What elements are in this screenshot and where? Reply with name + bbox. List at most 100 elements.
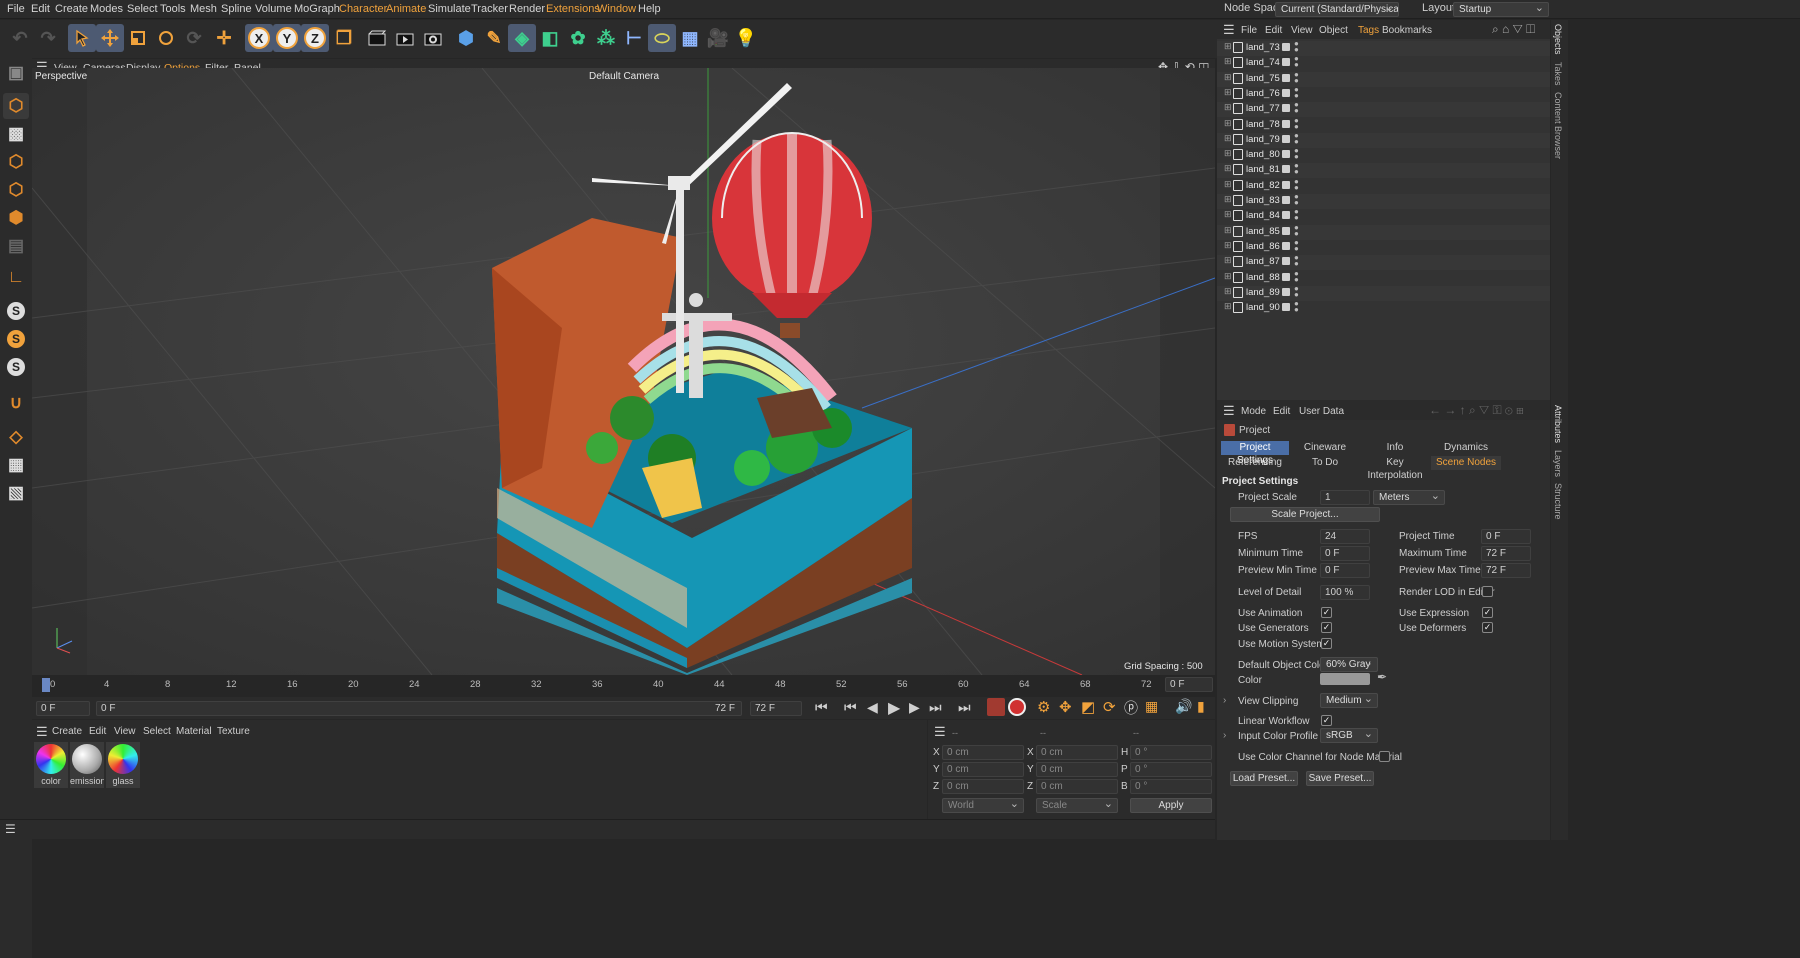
playhead[interactable] — [42, 678, 50, 692]
coords-menu-icon[interactable]: ☰ — [934, 724, 946, 740]
rotation-h-field[interactable]: 0 ° — [1130, 745, 1212, 760]
tab-todo[interactable]: To Do — [1291, 456, 1359, 470]
visibility-dots-icon[interactable]: ● ● — [1294, 254, 1299, 268]
visibility-dots-icon[interactable]: ● ● — [1294, 223, 1299, 237]
object-row[interactable]: ⊞ land_81 ● ● — [1217, 162, 1550, 179]
object-row[interactable]: ⊞ land_76 ● ● — [1217, 85, 1550, 102]
move-tool-icon[interactable] — [96, 24, 124, 52]
object-row[interactable]: ⊞ land_83 ● ● — [1217, 193, 1550, 209]
position-z-field[interactable]: 0 cm — [942, 779, 1024, 794]
object-row[interactable]: ⊞ land_90 ● ● — [1217, 300, 1550, 317]
input-profile-dropdown[interactable]: sRGB — [1320, 728, 1378, 743]
object-row[interactable]: ⊞ land_75 ● ● — [1217, 70, 1550, 87]
menu-select[interactable]: Select — [127, 3, 158, 15]
select-tool-icon[interactable] — [68, 24, 96, 52]
visibility-dots-icon[interactable]: ● ● — [1294, 85, 1299, 99]
status-menu-icon[interactable]: ☰ — [5, 822, 16, 836]
visibility-dots-icon[interactable]: ● ● — [1294, 40, 1299, 54]
expand-icon[interactable]: ⊞ — [1224, 163, 1232, 174]
key-move-icon[interactable]: ✥ — [1059, 698, 1072, 716]
edit-tag-icon[interactable] — [1282, 73, 1290, 82]
object-menu-view[interactable]: View — [1291, 25, 1313, 36]
menu-spline[interactable]: Spline — [221, 3, 252, 15]
object-row[interactable]: ⊞ land_84 ● ● — [1217, 208, 1550, 225]
render-view-icon[interactable] — [391, 24, 419, 52]
side-tab-layers[interactable]: Layers — [1553, 450, 1563, 477]
tab-dynamics[interactable]: Dynamics — [1431, 441, 1501, 455]
visibility-dots-icon[interactable]: ● ● — [1294, 208, 1299, 222]
menu-window[interactable]: Window — [597, 3, 636, 15]
apply-button[interactable]: Apply — [1130, 798, 1212, 813]
project-scale-field[interactable]: 1 — [1320, 490, 1370, 505]
visibility-dots-icon[interactable]: ● ● — [1294, 101, 1299, 115]
add-icon[interactable]: ✛ — [210, 24, 238, 52]
floor-icon[interactable]: ▦ — [676, 24, 704, 52]
expand-icon[interactable]: ⊞ — [1224, 209, 1232, 220]
color-swatch[interactable] — [1320, 673, 1370, 685]
material-menu-view[interactable]: View — [114, 726, 136, 737]
expand-icon[interactable]: ⊞ — [1224, 286, 1232, 297]
menu-mograph[interactable]: MoGraph — [294, 3, 340, 15]
project-time-field[interactable]: 0 F — [1481, 529, 1531, 544]
subdivision-icon[interactable]: ◈ — [508, 24, 536, 52]
axis-z-icon[interactable]: Z — [301, 24, 329, 52]
material-menu-create[interactable]: Create — [52, 726, 82, 737]
grid-icon[interactable]: ▦ — [3, 452, 29, 478]
menu-file[interactable]: File — [7, 3, 25, 15]
material-menu-texture[interactable]: Texture — [217, 726, 250, 737]
edit-tag-icon[interactable] — [1282, 272, 1290, 281]
expand-icon[interactable]: ⊞ — [1224, 118, 1232, 129]
play-icon[interactable]: ▶ — [888, 698, 900, 718]
attribute-menu-icon[interactable]: ☰ — [1223, 403, 1235, 419]
object-menu-tags[interactable]: Tags — [1358, 25, 1379, 36]
use-generators-checkbox[interactable]: ✓ — [1321, 622, 1332, 633]
mograph-icon[interactable]: ⁂ — [592, 24, 620, 52]
menu-render[interactable]: Render — [509, 3, 545, 15]
camera-label[interactable]: Default Camera — [586, 71, 663, 82]
material-swatch[interactable]: glass — [106, 742, 140, 788]
object-search-icons[interactable]: ⌕ ⌂ ▽ ◫ — [1492, 22, 1535, 37]
object-row[interactable]: ⊞ land_80 ● ● — [1217, 147, 1550, 164]
sound-icon[interactable]: 🔊 — [1175, 698, 1192, 715]
size-z-field[interactable]: 0 cm — [1036, 779, 1118, 794]
menu-tracker[interactable]: Tracker — [471, 3, 508, 15]
expand-icon[interactable]: ⊞ — [1224, 41, 1232, 52]
side-tab-structure[interactable]: Structure — [1553, 483, 1563, 520]
expand-icon[interactable]: ⊞ — [1224, 133, 1232, 144]
material-swatch[interactable]: color — [34, 742, 68, 788]
visibility-dots-icon[interactable]: ● ● — [1294, 55, 1299, 69]
object-menu-bookmarks[interactable]: Bookmarks — [1382, 25, 1432, 36]
size-x-field[interactable]: 0 cm — [1036, 745, 1118, 760]
side-tab-takes[interactable]: Takes — [1553, 62, 1563, 86]
render-region-icon[interactable] — [363, 24, 391, 52]
edit-tag-icon[interactable] — [1282, 211, 1290, 220]
default-color-dropdown[interactable]: 60% Gray — [1320, 657, 1378, 672]
edit-tag-icon[interactable] — [1282, 180, 1290, 189]
expand-icon[interactable]: ⊞ — [1224, 271, 1232, 282]
material-menu-icon[interactable]: ☰ — [36, 724, 48, 740]
3d-viewport[interactable]: Perspective Default Camera Grid Spacing … — [32, 68, 1215, 675]
object-row[interactable]: ⊞ land_89 ● ● — [1217, 284, 1550, 301]
recent-tool-icon[interactable]: ⟳ — [180, 24, 208, 52]
visibility-dots-icon[interactable]: ● ● — [1294, 116, 1299, 130]
attribute-nav-icons[interactable]: ← → ↑ ⌕ ▽ ⚿ ⊙ ⊞ — [1429, 403, 1524, 418]
auto-key-icon[interactable] — [1008, 698, 1026, 716]
magnet-icon[interactable]: ∪ — [3, 390, 29, 416]
use-motion-checkbox[interactable]: ✓ — [1321, 638, 1332, 649]
polygons-mode-icon[interactable]: ⬢ — [3, 205, 29, 231]
expand-icon[interactable]: ⊞ — [1224, 87, 1232, 98]
object-menu-icon[interactable]: ☰ — [1223, 22, 1235, 38]
rotation-p-field[interactable]: 0 ° — [1130, 762, 1212, 777]
tab-scene-nodes[interactable]: Scene Nodes — [1431, 456, 1501, 470]
bend-icon[interactable]: ⊢ — [620, 24, 648, 52]
use-expression-checkbox[interactable]: ✓ — [1482, 607, 1493, 618]
edit-tag-icon[interactable] — [1282, 303, 1290, 312]
model-mode-icon[interactable]: ⬡ — [3, 93, 29, 119]
expand-icon[interactable]: ⊞ — [1224, 255, 1232, 266]
end-frame-field[interactable]: 72 F — [750, 701, 802, 716]
object-row[interactable]: ⊞ land_85 ● ● — [1217, 223, 1550, 240]
menu-character[interactable]: Character — [339, 3, 387, 15]
attribute-menu-edit[interactable]: Edit — [1273, 406, 1290, 417]
preview-max-field[interactable]: 72 F — [1481, 563, 1531, 578]
input-profile-expand-icon[interactable]: › — [1223, 730, 1226, 741]
